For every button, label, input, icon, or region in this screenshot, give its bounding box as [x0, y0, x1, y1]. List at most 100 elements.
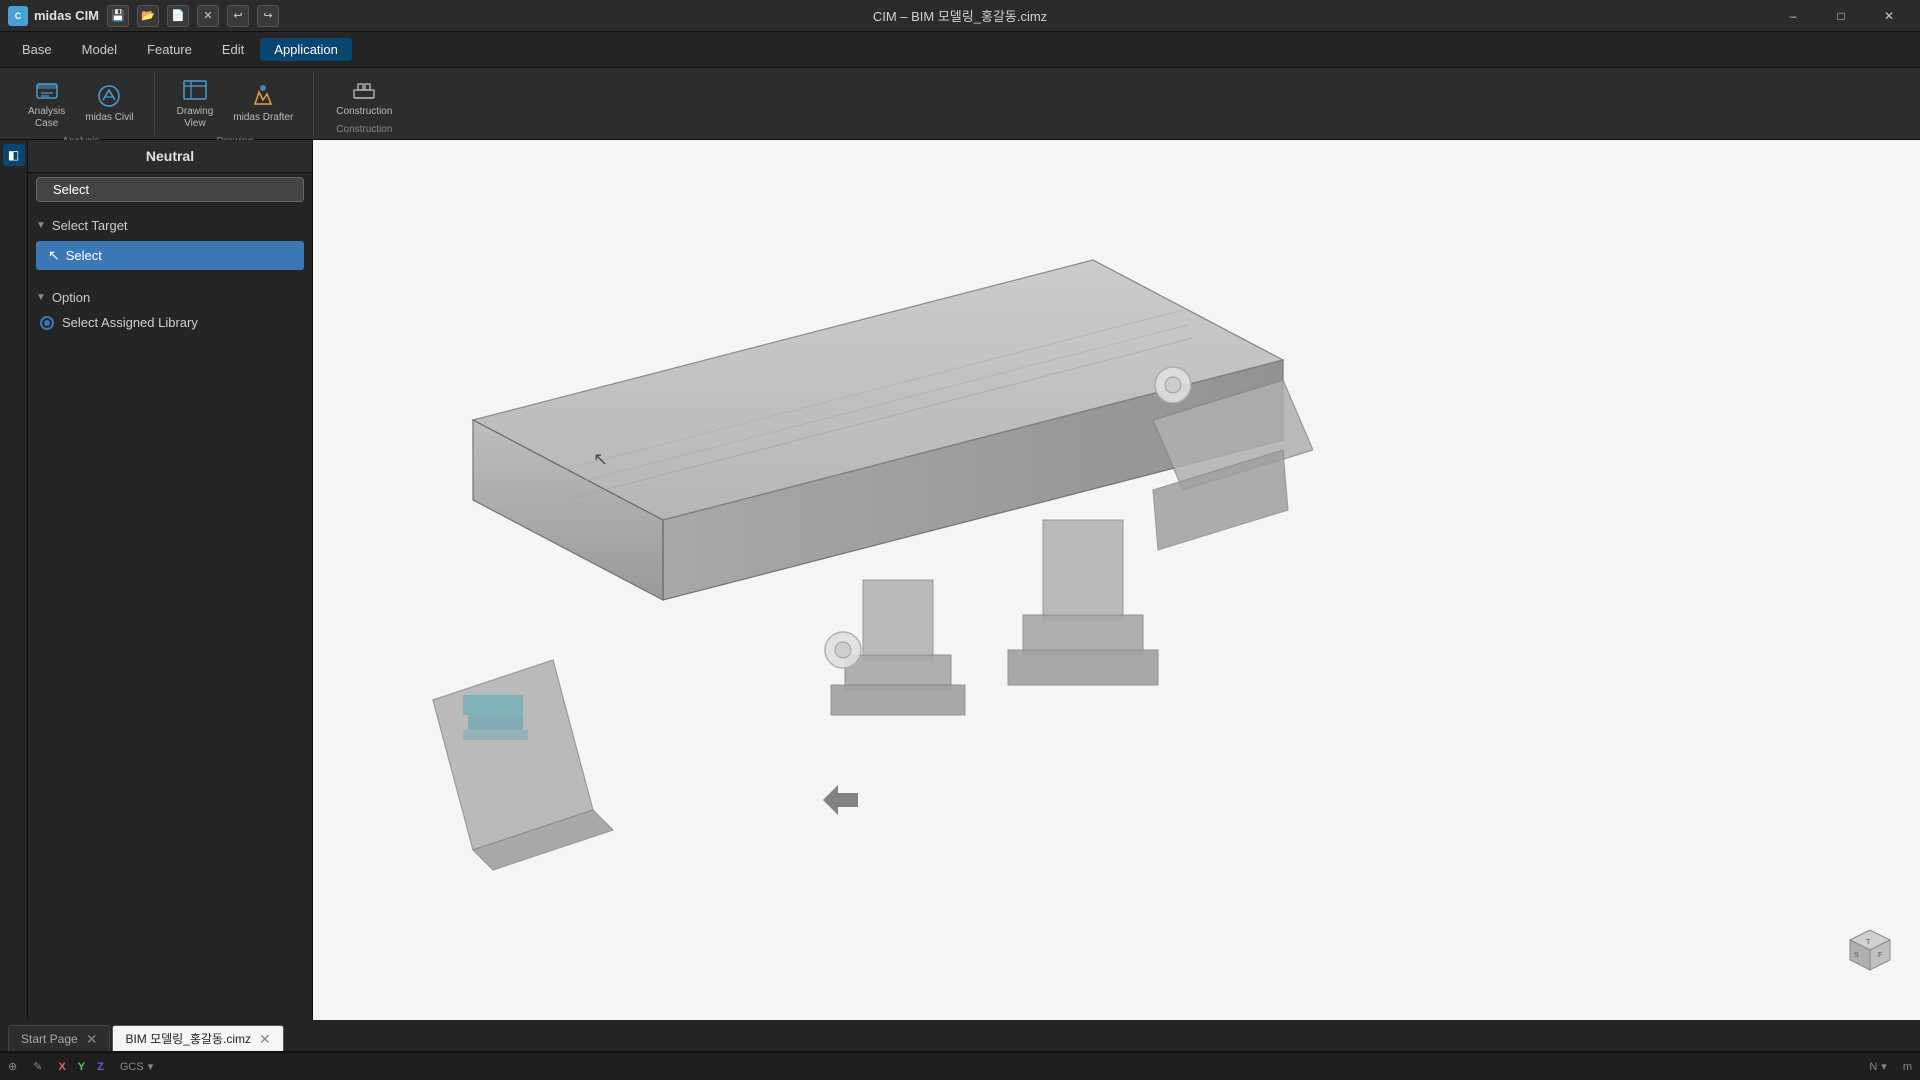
n-arrow: ▾ — [1881, 1060, 1887, 1073]
z-coord: Z — [97, 1061, 104, 1073]
tab-bim-label: BIM 모델링_홍갈동.cimz — [125, 1030, 251, 1047]
snap-icon: ⊕ — [8, 1060, 17, 1073]
svg-text:F: F — [1878, 952, 1882, 959]
option-header[interactable]: ▼ Option — [36, 286, 304, 309]
close-button[interactable]: ✕ — [1866, 0, 1912, 32]
select-target-section: ▼ Select Target ↖ Select — [28, 208, 312, 280]
tab-start-label: Start Page — [21, 1032, 78, 1046]
select-target-header[interactable]: ▼ Select Target — [36, 214, 304, 237]
toolbar-group-construction: Construction Construction — [316, 72, 412, 135]
select-button[interactable]: ↖ Select — [36, 241, 304, 270]
unit-item: m — [1903, 1061, 1912, 1073]
select-tab-bar: Select — [28, 173, 312, 208]
viewport[interactable]: ↖ T S F — [313, 140, 1920, 1020]
construction-buttons: Construction — [328, 72, 400, 122]
menu-base[interactable]: Base — [8, 38, 66, 61]
window-title: CIM – BIM 모델링_홍갈동.cimz — [873, 6, 1047, 25]
redo-btn[interactable]: ↪ — [257, 5, 279, 27]
drawing-buttons: DrawingView midas Drafter — [169, 72, 302, 134]
svg-text:T: T — [1866, 939, 1871, 946]
n-label: N — [1869, 1061, 1877, 1073]
radio-select-library[interactable] — [40, 316, 54, 330]
analysis-case-button[interactable]: AnalysisCase — [20, 72, 73, 134]
exit-btn[interactable]: ✕ — [197, 5, 219, 27]
coordinate-display: X Y Z — [58, 1061, 103, 1073]
toolbar-group-drawing: DrawingView midas Drafter Drawing — [157, 72, 315, 135]
bridge-model: ↖ — [413, 240, 1313, 880]
midas-drafter-icon — [249, 82, 277, 110]
construction-group-label: Construction — [336, 124, 392, 135]
midas-civil-button[interactable]: midas Civil — [77, 78, 141, 128]
analysis-buttons: AnalysisCase midas Civil — [20, 72, 142, 134]
pencil-icon-item[interactable]: ✎ — [33, 1060, 42, 1073]
select-btn-label: Select — [66, 248, 102, 263]
construction-label: Construction — [336, 106, 392, 118]
logo-icon: C — [8, 6, 28, 26]
midas-drafter-label: midas Drafter — [233, 112, 293, 124]
titlebar-right: – □ ✕ — [1770, 0, 1912, 32]
tab-bim-model[interactable]: BIM 모델링_홍갈동.cimz ✕ — [112, 1025, 283, 1051]
menu-edit[interactable]: Edit — [208, 38, 258, 61]
midas-drafter-button[interactable]: midas Drafter — [225, 78, 301, 128]
open-btn[interactable]: 📂 — [137, 5, 159, 27]
statusbar: ⊕ ✎ X Y Z GCS ▾ N ▾ m — [0, 1052, 1920, 1080]
svg-text:S: S — [1854, 952, 1859, 959]
minimize-button[interactable]: – — [1770, 0, 1816, 32]
drawing-view-label: DrawingView — [177, 106, 214, 130]
unit-label: m — [1903, 1061, 1912, 1073]
left-panel: Neutral Select ▼ Select Target ↖ Select … — [28, 140, 313, 1020]
drawing-view-button[interactable]: DrawingView — [169, 72, 222, 134]
y-label: Y — [78, 1061, 85, 1073]
construction-button[interactable]: Construction — [328, 72, 400, 122]
option-section: ▼ Option Select Assigned Library — [28, 280, 312, 342]
menu-application[interactable]: Application — [260, 38, 352, 61]
svg-text:↖: ↖ — [593, 449, 608, 469]
tabbar: Start Page ✕ BIM 모델링_홍갈동.cimz ✕ — [0, 1020, 1920, 1052]
chevron-down-icon: ▼ — [36, 220, 46, 231]
drawing-view-icon — [181, 76, 209, 104]
x-label: X — [58, 1061, 65, 1073]
panel-title: Neutral — [28, 140, 312, 173]
chevron-option-icon: ▼ — [36, 292, 46, 303]
undo-btn[interactable]: ↩ — [227, 5, 249, 27]
orientation-cube: T S F — [1840, 920, 1900, 980]
viewport-canvas: ↖ T S F — [313, 140, 1920, 1020]
y-coord: Y — [78, 1061, 85, 1073]
app-name: midas CIM — [34, 8, 99, 23]
option-radio-label: Select Assigned Library — [62, 315, 198, 330]
gcs-arrow: ▾ — [148, 1060, 154, 1073]
tab-start-close-icon[interactable]: ✕ — [86, 1032, 98, 1046]
construction-icon — [350, 76, 378, 104]
analysis-case-icon — [33, 76, 61, 104]
tab-bim-close-icon[interactable]: ✕ — [259, 1032, 271, 1046]
gcs-label: GCS — [120, 1061, 144, 1073]
main-layout: ◧ Neutral Select ▼ Select Target ↖ Selec… — [0, 140, 1920, 1020]
select-target-label: Select Target — [52, 218, 128, 233]
save-btn[interactable]: 💾 — [107, 5, 129, 27]
tab-start-page[interactable]: Start Page ✕ — [8, 1025, 110, 1051]
option-label: Option — [52, 290, 90, 305]
snap-icon-item[interactable]: ⊕ — [8, 1060, 17, 1073]
cursor-icon: ↖ — [48, 247, 60, 264]
strip-icon-panel[interactable]: ◧ — [3, 144, 25, 166]
analysis-case-label: AnalysisCase — [28, 106, 65, 130]
toolbar: AnalysisCase midas Civil Analysis — [0, 68, 1920, 140]
app-logo: C midas CIM — [8, 6, 99, 26]
gcs-display: GCS ▾ — [120, 1060, 153, 1073]
pencil-icon: ✎ — [33, 1060, 42, 1073]
maximize-button[interactable]: □ — [1818, 0, 1864, 32]
z-label: Z — [97, 1061, 104, 1073]
midas-civil-label: midas Civil — [85, 112, 133, 124]
icon-strip: ◧ — [0, 140, 28, 1020]
toolbar-group-analysis: AnalysisCase midas Civil Analysis — [8, 72, 155, 135]
titlebar: C midas CIM 💾 📂 📄 ✕ ↩ ↪ CIM – BIM 모델링_홍갈… — [0, 0, 1920, 32]
titlebar-left: C midas CIM 💾 📂 📄 ✕ ↩ ↪ — [8, 5, 279, 27]
menu-model[interactable]: Model — [68, 38, 131, 61]
menu-feature[interactable]: Feature — [133, 38, 206, 61]
select-tab[interactable]: Select — [36, 177, 304, 202]
midas-civil-icon — [95, 82, 123, 110]
x-coord: X — [58, 1061, 65, 1073]
saveas-btn[interactable]: 📄 — [167, 5, 189, 27]
n-label-item: N ▾ — [1869, 1060, 1886, 1073]
option-radio-row: Select Assigned Library — [36, 309, 304, 336]
